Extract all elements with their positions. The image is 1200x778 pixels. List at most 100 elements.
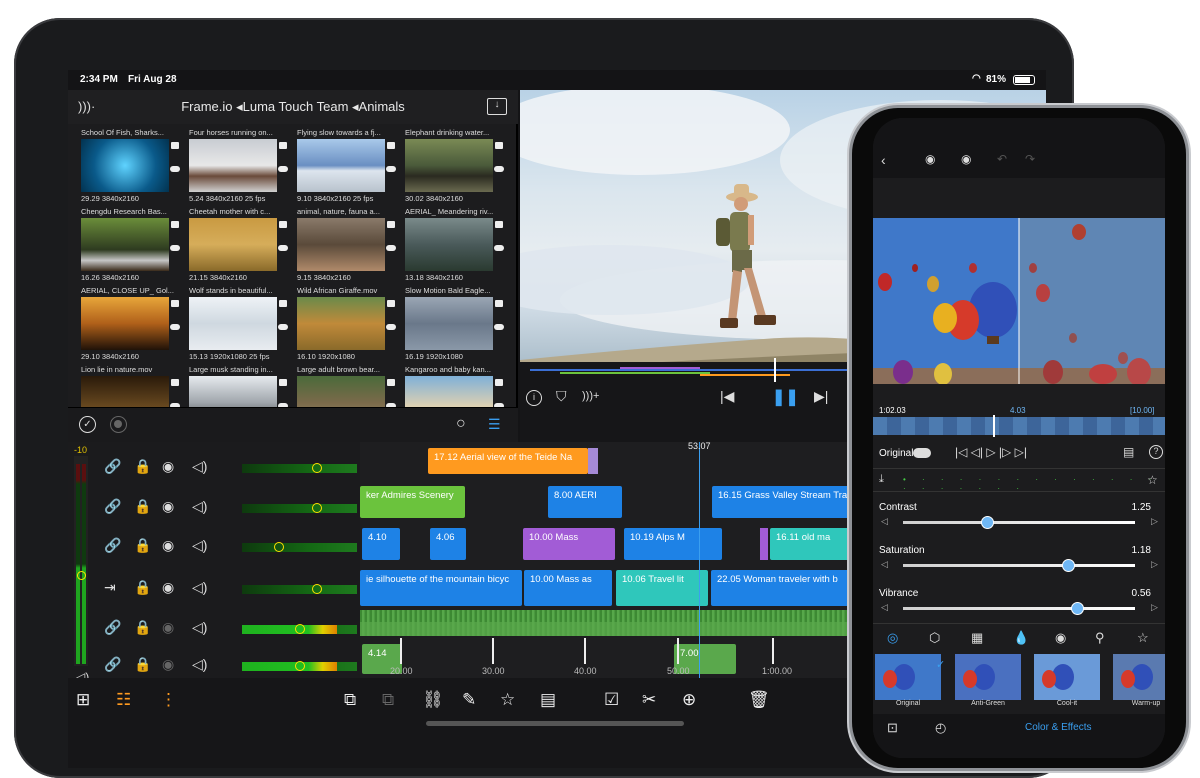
clip-thumbnail[interactable]: Elephant drinking water... 30.02 3840x21… [405, 128, 505, 206]
transition-icon[interactable]: ⧉ [382, 690, 394, 710]
eye-icon[interactable]: ◉ [162, 579, 174, 596]
star-icon[interactable]: ☆ [1137, 630, 1149, 646]
slider-knob[interactable] [1071, 602, 1084, 615]
phone-filmstrip[interactable] [873, 415, 1165, 437]
keyframe-download-icon[interactable]: ⤓ [879, 473, 884, 486]
lock-icon[interactable]: 🔒 [134, 656, 151, 673]
speaker-icon[interactable]: ◁) [192, 656, 207, 673]
link-icon[interactable]: 🔗 [104, 619, 121, 636]
clip-aerial-8[interactable]: 8.00 AERI [548, 486, 622, 518]
clip-thumbnail[interactable]: Four horses running on... 5.24 3840x2160… [189, 128, 289, 206]
link-icon[interactable]: 🔗 [104, 656, 121, 673]
slider-knob[interactable] [980, 516, 994, 529]
audio-add-icon[interactable]: )))+ [582, 390, 599, 402]
eye-icon[interactable]: ◉ [162, 458, 174, 475]
eye-icon[interactable]: ◉ [162, 619, 174, 636]
link-icon[interactable]: 🔗 [104, 458, 121, 475]
keyhole-icon[interactable]: ⚲ [1095, 630, 1105, 646]
select-check-icon[interactable]: ✓ [79, 416, 96, 433]
speaker-icon[interactable]: ◁) [192, 498, 207, 515]
clip-thumbnail[interactable]: Flying slow towards a fj... 9.10 3840x21… [297, 128, 397, 206]
add-layer-icon[interactable]: ⧉ [344, 690, 356, 710]
drop-icon[interactable]: 💧 [1013, 630, 1029, 646]
clip-410[interactable]: 4.10 [362, 528, 400, 560]
eye-icon[interactable]: ◉ [162, 537, 174, 554]
plus-circle-icon[interactable]: ⊕ [682, 690, 696, 710]
slider-left-icon[interactable]: ◁ [881, 602, 888, 613]
color-wheel-icon[interactable]: ◎ [887, 630, 898, 646]
list-view-icon[interactable]: ☰ [488, 416, 501, 433]
lock-icon[interactable]: 🔒 [134, 498, 151, 515]
skip-forward-icon[interactable]: ▶| [814, 388, 828, 405]
keyframe-star-icon[interactable]: ☆ [1147, 473, 1158, 487]
clipboard-icon[interactable]: ▤ [540, 690, 556, 710]
phone-settings-icon[interactable]: ⊡ [887, 720, 898, 736]
spiral-icon[interactable]: ◉ [1055, 630, 1066, 646]
track-volume-meter[interactable] [242, 661, 357, 671]
speaker-icon[interactable]: ◁) [192, 458, 207, 475]
clip-mass-as[interactable]: 10.00 Mass as [524, 570, 612, 606]
clip-thumbnail[interactable]: Chengdu Research Bas... 16.26 3840x2160 [81, 207, 181, 285]
search-icon[interactable]: ○ [456, 415, 466, 433]
phone-prev-icon[interactable]: |◁ ◁| ▷ |▷ ▷| [955, 445, 1027, 459]
playhead[interactable] [699, 442, 700, 678]
clip-thumbnail[interactable]: Wild African Giraffe.mov 16.10 1920x1080 [297, 286, 397, 364]
record-icon[interactable] [110, 416, 127, 433]
clip-grass-valley[interactable]: 16.15 Grass Valley Stream Trav [712, 486, 862, 518]
clip-aerial-teide[interactable]: 17.12 Aerial view of the Teide Na [428, 448, 588, 474]
clip-mass-purple[interactable]: 10.00 Mass [523, 528, 615, 560]
filter-thumbnail[interactable]: Anti-Green [953, 654, 1023, 710]
scissors-icon[interactable]: ✂ [642, 690, 656, 710]
track-volume-meter[interactable] [242, 624, 357, 634]
clip-hiker-scenery[interactable]: ker Admires Scenery [360, 486, 465, 518]
scrub-bar[interactable] [530, 358, 866, 382]
checkbox-icon[interactable]: ☑ [604, 690, 619, 710]
browser-breadcrumb[interactable]: Frame.io ◂Luma Touch Team ◂Animals [68, 99, 518, 115]
clip-thumbnail[interactable]: Wolf stands in beautiful... 15.13 1920x1… [189, 286, 289, 364]
filter-thumbnail[interactable]: Cool-it [1032, 654, 1102, 710]
clip-thumbnail[interactable]: Slow Motion Bald Eagle... 16.19 1920x108… [405, 286, 505, 364]
track-volume-meter[interactable] [242, 463, 357, 473]
speaker-icon[interactable]: ◁) [192, 537, 207, 554]
back-chevron-icon[interactable]: ‹ [881, 152, 886, 168]
slider-right-icon[interactable]: ▷ [1151, 602, 1158, 613]
original-toggle[interactable] [913, 448, 931, 458]
slider-left-icon[interactable]: ◁ [881, 516, 888, 527]
slider-right-icon[interactable]: ▷ [1151, 559, 1158, 570]
eye-icon[interactable]: ◉ [162, 498, 174, 515]
skip-back-icon[interactable]: |◀ [720, 388, 734, 405]
clip-thumbnail[interactable]: AERIAL_ Meandering riv... 13.18 3840x216… [405, 207, 505, 285]
trash-icon[interactable]: 🗑 [748, 690, 770, 710]
cube-icon[interactable]: ⬡ [929, 630, 940, 646]
link-icon[interactable]: 🔗 [104, 537, 121, 554]
info-icon[interactable]: i [526, 390, 542, 406]
phone-preview[interactable] [873, 218, 1165, 384]
lock-icon[interactable]: 🔒 [134, 579, 151, 596]
track-volume-meter[interactable] [242, 584, 357, 594]
lock-icon[interactable]: 🔒 [134, 619, 151, 636]
speaker-icon[interactable]: ◁) [192, 579, 207, 596]
arrow-icon[interactable]: ⇥ [104, 579, 116, 596]
clip-bicycle[interactable]: ie silhouette of the mountain bicyc [360, 570, 522, 606]
filter-thumbnail[interactable]: Warm-up [1111, 654, 1165, 710]
track-volume-meter[interactable] [242, 542, 357, 552]
lock-icon[interactable]: 🔒 [134, 458, 151, 475]
add-media-icon[interactable]: ⊞ [76, 690, 90, 710]
clip-thumbnail[interactable]: School Of Fish, Sharks... 29.29 3840x216… [81, 128, 181, 206]
clip-thumbnail[interactable]: animal, nature, fauna a... 9.15 3840x216… [297, 207, 397, 285]
help-icon[interactable]: ? [1149, 445, 1163, 459]
eye-solo-icon[interactable]: ◉ [925, 152, 935, 166]
slider-track[interactable] [903, 559, 1135, 572]
import-icon[interactable]: ↓ [487, 98, 507, 115]
speaker-icon[interactable]: ◁) [192, 619, 207, 636]
phone-gauge-icon[interactable]: ◴ [935, 720, 946, 736]
timeline-zoom-icon[interactable]: ⋮ [160, 690, 177, 710]
pause-icon[interactable]: ❚❚ [772, 387, 799, 407]
marker-icon[interactable]: ⛉ [556, 388, 567, 405]
slider-track[interactable] [903, 602, 1135, 615]
undo-icon[interactable]: ↶ [997, 152, 1007, 166]
clip-travel[interactable]: 10.06 Travel lit [616, 570, 708, 606]
redo-icon[interactable]: ↷ [1025, 152, 1035, 166]
slider-knob[interactable] [1061, 559, 1075, 572]
slider-left-icon[interactable]: ◁ [881, 559, 888, 570]
